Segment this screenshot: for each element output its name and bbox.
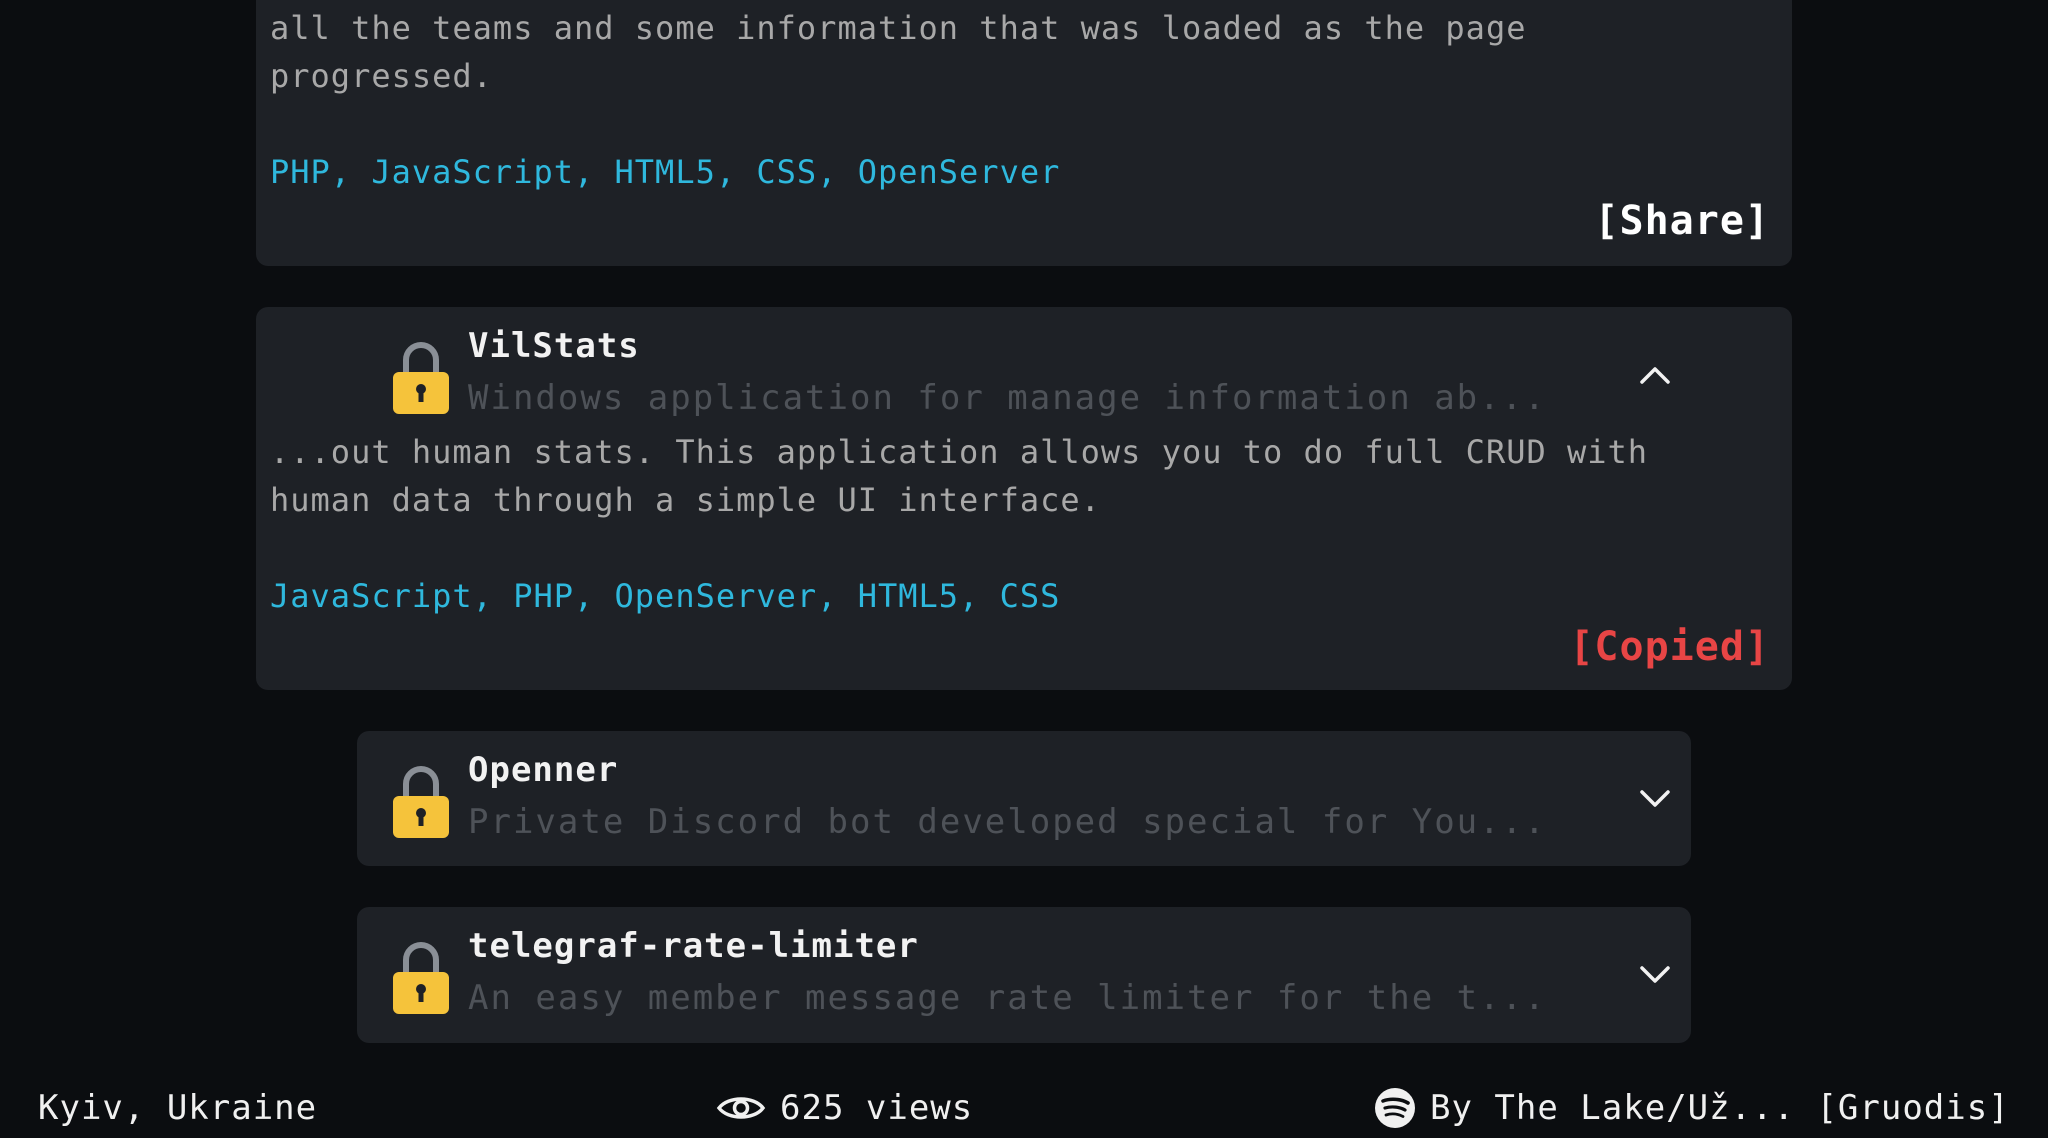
- spotify-icon: [1375, 1088, 1415, 1128]
- tag: PHP: [513, 577, 574, 615]
- project-description: all the teams and some information that …: [270, 9, 1527, 95]
- location: Kyiv, Ukraine: [38, 1084, 317, 1132]
- project-title: Openner: [468, 750, 619, 790]
- eye-icon: [716, 1097, 766, 1119]
- chevron-down-icon[interactable]: [1638, 964, 1672, 986]
- project-subtitle: Windows application for manage informati…: [468, 378, 1547, 418]
- project-subtitle: An easy member message rate limiter for …: [468, 978, 1547, 1018]
- chevron-up-icon[interactable]: [1638, 364, 1672, 386]
- page: all the teams and some information that …: [0, 0, 2048, 1138]
- tag: OpenServer: [614, 577, 818, 615]
- lock-icon: [393, 766, 449, 838]
- view-counter: 625 views: [716, 1084, 973, 1132]
- project-subtitle: Private Discord bot developed special fo…: [468, 802, 1547, 842]
- tag: PHP: [270, 153, 331, 191]
- copied-button[interactable]: [Copied]: [1569, 624, 1770, 670]
- tag: CSS: [756, 153, 818, 191]
- tag: JavaScript: [270, 577, 473, 615]
- project-tags: JavaScript, PHP, OpenServer, HTML5, CSS: [270, 577, 1061, 615]
- now-playing[interactable]: By The Lake/Už... [Gruodis]: [1374, 1084, 2010, 1132]
- chevron-down-icon[interactable]: [1638, 788, 1672, 810]
- tag: HTML5: [857, 577, 960, 615]
- lock-icon: [393, 342, 449, 414]
- project-title: telegraf-rate-limiter: [468, 926, 919, 966]
- lock-icon: [393, 942, 449, 1014]
- view-count: 625 views: [780, 1088, 974, 1128]
- now-playing-track[interactable]: By The Lake/Už... [Gruodis]: [1430, 1088, 2010, 1128]
- project-title: VilStats: [468, 326, 640, 366]
- project-tags: PHP, JavaScript, HTML5, CSS, OpenServer: [270, 153, 1061, 191]
- tag: HTML5: [614, 153, 716, 191]
- tag: OpenServer: [857, 153, 1061, 191]
- project-description: ...out human stats. This application all…: [270, 433, 1649, 519]
- tag: JavaScript: [371, 153, 574, 191]
- tag: CSS: [999, 577, 1061, 615]
- location-label: Kyiv, Ukraine: [38, 1088, 318, 1128]
- share-button[interactable]: [Share]: [1594, 198, 1770, 244]
